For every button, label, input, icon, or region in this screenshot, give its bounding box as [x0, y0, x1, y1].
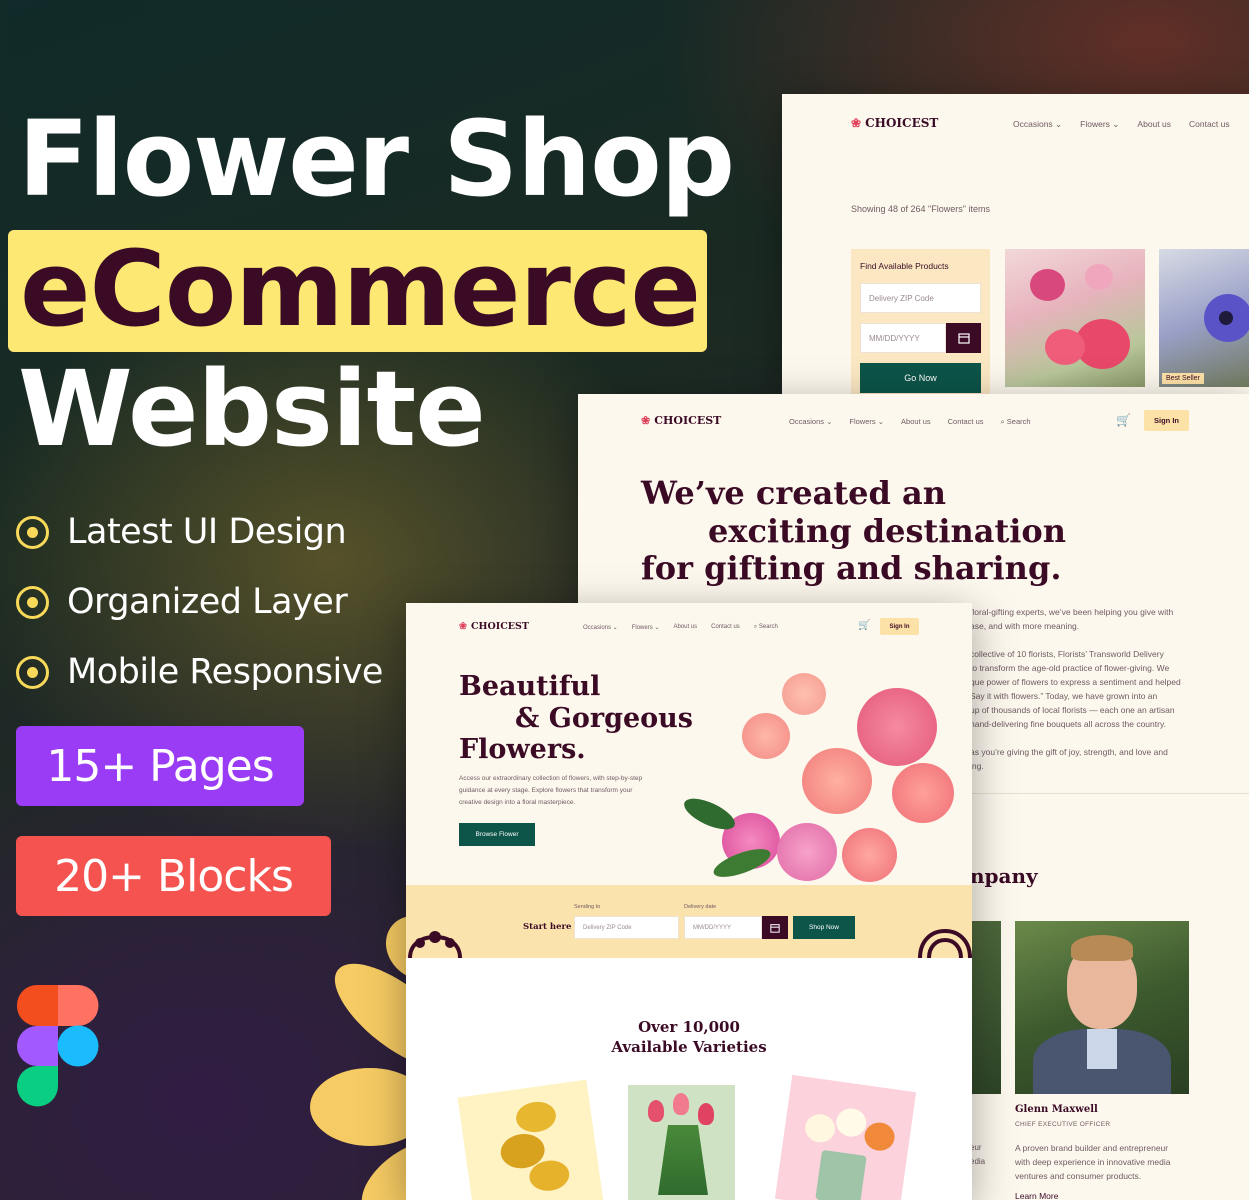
nav-search[interactable]: ⌕ Search [1001, 417, 1031, 427]
variety-card-tulips[interactable] [628, 1085, 735, 1200]
blocks-badge: 20+ Blocks [16, 836, 331, 916]
browse-flower-button[interactable]: Browse Flower [459, 823, 535, 846]
learn-more-link[interactable]: Learn More [1015, 1191, 1058, 1200]
varieties-heading-line-2: Available Varieties [611, 1038, 767, 1056]
shop-now-button[interactable]: Shop Now [793, 916, 855, 939]
variety-card-daffodils[interactable] [774, 1074, 917, 1200]
ornament-icon [408, 931, 462, 958]
results-count: Showing 48 of 264 "Flowers" items [851, 204, 990, 214]
team-member-name: Glenn Maxwell [1015, 1104, 1098, 1115]
nav-flowers[interactable]: Flowers ⌄ [849, 417, 884, 427]
zip-input[interactable]: Delivery ZIP Code [574, 916, 679, 939]
team-member-role: CHIEF EXECUTIVE OFFICER [1015, 1121, 1111, 1128]
sending-to-label: Sending to [574, 904, 601, 910]
varieties-heading-line-1: Over 10,000 [638, 1018, 740, 1036]
filter-title: Find Available Products [860, 261, 949, 271]
flower-logo-icon: ❀ [851, 116, 862, 130]
filter-panel: Find Available Products Delivery ZIP Cod… [851, 249, 990, 394]
hero-description: Access our extraordinary collection of f… [459, 775, 643, 806]
sign-in-button[interactable]: Sign In [880, 618, 919, 635]
search-icon: ⌕ [753, 624, 758, 630]
sign-in-button[interactable]: Sign In [1144, 410, 1189, 431]
bullet-icon [16, 585, 49, 619]
ornament-icon [918, 928, 972, 958]
feature-label: Organized Layer [67, 582, 348, 622]
search-icon: ⌕ [1000, 417, 1005, 426]
varieties-section: Over 10,000 Available Varieties [406, 958, 972, 1200]
about-paragraph-2: collective of 10 florists, Florists’ Tra… [970, 649, 1181, 729]
brand-logo[interactable]: ❀ CHOICEST [851, 116, 938, 130]
product-image-blue-flowers[interactable]: Best Seller [1159, 249, 1249, 387]
shop-page-preview: ❀ CHOICEST Occasions ⌄ Flowers ⌄ About u… [782, 94, 1249, 394]
about-headline-line-2: exciting destination [708, 512, 1067, 550]
feature-label: Mobile Responsive [67, 652, 383, 692]
hero-bouquet-image [682, 653, 972, 885]
variety-card-yellow-orchid[interactable] [457, 1079, 605, 1200]
hero-title-line-3: Flowers. [459, 734, 586, 765]
calendar-icon[interactable] [946, 323, 981, 353]
nav-search[interactable]: ⌕ Search [754, 624, 778, 631]
feature-item: Organized Layer [16, 582, 348, 622]
bullet-icon [16, 515, 49, 549]
about-paragraph-3: as you’re giving the gift of joy, streng… [970, 747, 1168, 771]
nav-about[interactable]: About us [901, 417, 931, 427]
calendar-icon[interactable] [762, 916, 788, 939]
flower-logo-icon: ❀ [641, 414, 651, 427]
home-page-preview: ❀ CHOICEST Occasions ⌄ Flowers ⌄ About u… [406, 603, 972, 1200]
about-headline-line-1: We’ve created an [641, 474, 947, 512]
hero-title-line-2: & Gorgeous [515, 703, 693, 734]
company-heading: npany [970, 864, 1038, 888]
cart-icon[interactable]: 🛒 [1116, 413, 1131, 427]
team-photo-partial [970, 921, 1001, 1094]
hero-title-line-1: Beautiful [459, 671, 601, 702]
delivery-search-bar: Start here Sending to Delivery ZIP Code … [406, 885, 972, 958]
date-input[interactable]: MM/DD/YYYY [860, 323, 946, 353]
delivery-date-label: Delivery date [684, 904, 717, 910]
nav-about[interactable]: About us [1137, 119, 1171, 130]
bullet-icon [16, 655, 49, 689]
zip-input[interactable]: Delivery ZIP Code [860, 283, 981, 313]
promo-title-line-3: Website [18, 348, 486, 470]
divider [970, 793, 1249, 794]
team-photo-glenn-maxwell [1015, 921, 1189, 1094]
flower-logo-icon: ❀ [459, 621, 467, 632]
brand-logo[interactable]: ❀ CHOICEST [641, 414, 721, 427]
promo-title-line-2: eCommerce [20, 228, 701, 350]
nav-about[interactable]: About us [673, 624, 697, 631]
nav-occasions[interactable]: Occasions ⌄ [1013, 119, 1062, 130]
cart-icon[interactable]: 🛒 [858, 620, 870, 631]
nav-contact[interactable]: Contact us [1189, 119, 1230, 130]
date-input[interactable]: MM/DD/YYYY [684, 916, 762, 939]
nav-flowers[interactable]: Flowers ⌄ [632, 624, 660, 631]
start-here-label: Start here [523, 922, 572, 932]
nav-flowers[interactable]: Flowers ⌄ [1080, 119, 1119, 130]
promo-title-line-1: Flower Shop [18, 98, 735, 220]
nav-contact[interactable]: Contact us [948, 417, 984, 427]
brand-logo[interactable]: ❀ CHOICEST [459, 621, 529, 632]
team-bio-fragment: eur edia [970, 1143, 986, 1166]
feature-label: Latest UI Design [67, 512, 347, 552]
go-now-button[interactable]: Go Now [860, 363, 981, 393]
figma-logo-icon [17, 985, 99, 1107]
about-headline-line-3: for gifting and sharing. [641, 549, 1062, 587]
nav-contact[interactable]: Contact us [711, 624, 740, 631]
feature-item: Latest UI Design [16, 512, 347, 552]
nav-occasions[interactable]: Occasions ⌄ [583, 624, 618, 631]
pages-badge: 15+ Pages [16, 726, 304, 806]
nav-occasions[interactable]: Occasions ⌄ [789, 417, 832, 427]
best-seller-badge: Best Seller [1162, 373, 1204, 384]
product-image-pink-flowers[interactable] [1005, 249, 1145, 387]
about-paragraph-1: floral-gifting experts, we’ve been helpi… [970, 607, 1174, 631]
feature-item: Mobile Responsive [16, 652, 383, 692]
team-member-bio: A proven brand builder and entrepreneur … [1015, 1143, 1171, 1181]
